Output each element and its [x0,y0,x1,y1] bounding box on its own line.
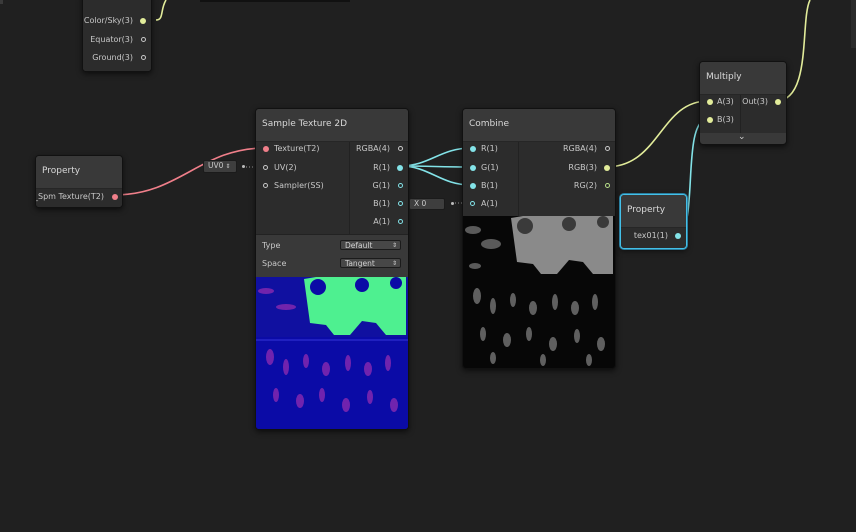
port-equator-dot[interactable] [141,37,146,42]
wire-texture [113,147,266,196]
property-node-spm-texture[interactable]: Property _Spm Texture(T2) [35,155,123,208]
port-tex01-label: tex01(1) [633,231,668,240]
port-combine-a-label: A(1) [481,199,498,208]
port-texture-dot[interactable] [263,146,269,152]
port-combine-r-label: R(1) [481,144,498,153]
port-spm-texture-dot[interactable] [112,194,118,200]
multiply-node[interactable]: Multiply A(3) B(3) Out(3) ⌄ [699,61,787,145]
a-value-field[interactable]: X 0 [409,198,445,210]
port-combine-g-label: G(1) [481,163,499,172]
port-multiply-a-dot[interactable] [707,99,713,105]
uv-channel-field[interactable]: UV0 ⇕ [203,160,237,173]
wire-rgb-to-a [605,100,709,168]
port-multiply-out-label: Out(3) [742,97,768,106]
dropdown-arrow-icon: ⇕ [391,260,397,267]
combine-node[interactable]: Combine R(1) G(1) B(1) A(1) RGBA(4) RGB(… [462,108,616,369]
type-label: Type [262,241,281,250]
port-a-dot[interactable] [398,219,403,224]
port-ground-dot[interactable] [141,55,146,60]
texture-preview-image [256,277,408,429]
node-title: Property [621,195,686,228]
a-value: X 0 [414,199,427,208]
port-color-sky-dot[interactable] [140,18,146,24]
port-combine-rg-dot[interactable] [605,183,610,188]
canvas-edge-left [0,0,3,4]
port-b-dot[interactable] [398,201,403,206]
uv-channel-arrow-icon: ⇕ [225,163,231,170]
port-rgba-label: RGBA(4) [355,144,390,153]
port-combine-b-label: B(1) [481,181,498,190]
port-multiply-out-dot[interactable] [775,99,781,105]
input-output-divider [349,142,350,234]
port-equator-label: Equator(3) [90,35,133,44]
port-r-dot[interactable] [397,165,403,171]
port-sampler-dot[interactable] [263,183,268,188]
port-uv-dot[interactable] [263,165,268,170]
sample-texture-2d-node[interactable]: Sample Texture 2D Texture(T2) UV(2) Samp… [255,108,409,430]
port-sampler-label: Sampler(SS) [274,181,324,190]
space-dropdown[interactable]: Tangent ⇕ [340,258,401,268]
input-output-divider [740,95,741,133]
wire-color-sky [155,0,167,21]
port-ground-label: Ground(3) [92,53,133,62]
space-label: Space [262,259,287,268]
port-color-sky-label: Color/Sky(3) [83,16,133,25]
uv-inline-dot [242,165,245,168]
offscreen-node-fragment [200,0,350,2]
port-uv-label: UV(2) [274,163,297,172]
wire-r-to-b [399,165,472,186]
combine-preview-image [463,216,615,368]
port-combine-rg-label: RG(2) [573,181,597,190]
node-title: Combine [463,109,615,142]
port-b-label: B(1) [373,199,390,208]
port-combine-rgb-label: RGB(3) [568,163,597,172]
dropdown-arrow-icon: ⇕ [391,242,397,249]
texture-preview [256,277,408,429]
port-combine-g-dot[interactable] [470,165,476,171]
port-combine-b-dot[interactable] [470,183,476,189]
uv-channel-value: UV0 [208,161,224,170]
port-combine-a-dot[interactable] [470,201,475,206]
type-dropdown-value: Default [345,241,373,250]
port-g-dot[interactable] [398,183,403,188]
property-node-tex01[interactable]: Property tex01(1) [620,194,687,249]
node-title: Sample Texture 2D [256,109,408,142]
port-multiply-b-dot[interactable] [707,117,713,123]
port-multiply-b-label: B(3) [717,115,734,124]
a-inline-dot [451,202,454,205]
scroll-edge [851,0,856,48]
port-tex01-dot[interactable] [675,233,681,239]
gradient-node[interactable]: Color/Sky(3) Equator(3) Ground(3) [82,0,152,72]
port-rgba-dot[interactable] [398,146,403,151]
port-multiply-a-label: A(3) [717,97,734,106]
port-g-label: G(1) [372,181,390,190]
port-combine-rgb-dot[interactable] [604,165,610,171]
input-output-divider [518,142,519,216]
wire-r-to-r [399,147,472,167]
port-combine-rgba-label: RGBA(4) [562,144,597,153]
chevron-down-icon[interactable]: ⌄ [738,132,746,142]
port-texture-label: Texture(T2) [274,144,320,153]
node-title: Property [36,156,122,189]
port-r-label: R(1) [373,163,390,172]
settings-divider [256,234,408,235]
type-dropdown[interactable]: Default ⇕ [340,240,401,250]
port-combine-r-dot[interactable] [470,146,476,152]
port-combine-rgba-dot[interactable] [605,146,610,151]
combine-preview [463,216,615,368]
port-a-label: A(1) [373,217,390,226]
port-spm-texture-label: _Spm Texture(T2) [35,192,104,201]
space-dropdown-value: Tangent [345,259,375,268]
node-title: Multiply [700,62,786,95]
